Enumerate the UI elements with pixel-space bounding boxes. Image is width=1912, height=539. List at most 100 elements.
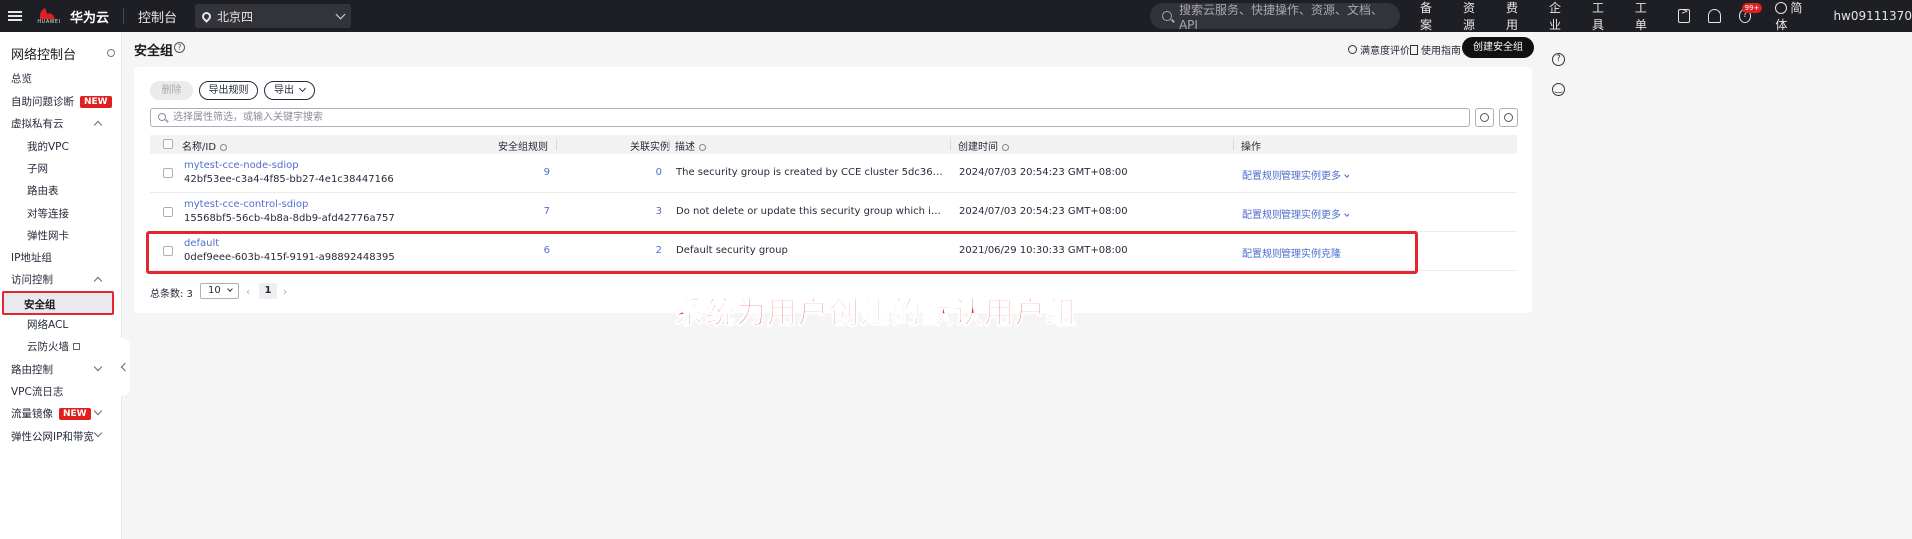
- column-description[interactable]: 描述: [675, 138, 706, 153]
- sidebar-item-security-group[interactable]: 安全组: [2, 291, 114, 315]
- sidebar-item-peering[interactable]: 对等连接: [27, 206, 69, 221]
- language-switch[interactable]: 简体: [1775, 0, 1809, 33]
- sidebar-item-route-table[interactable]: 路由表: [27, 183, 59, 198]
- column-name[interactable]: 名称/ID: [182, 138, 228, 153]
- row-checkbox[interactable]: [163, 168, 173, 178]
- configure-rules-link[interactable]: 配置规则: [1242, 167, 1282, 182]
- nav-enterprise[interactable]: 企业: [1549, 0, 1570, 33]
- column-label: 创建时间: [958, 142, 998, 153]
- more-dropdown[interactable]: 更多: [1321, 167, 1349, 182]
- notification-badge: 99+: [1741, 3, 1763, 13]
- table-row: mytest-cce-node-sdiop 42bf53ee-c3a4-4f85…: [150, 154, 1517, 193]
- sidebar-group-traffic-mirror[interactable]: 流量镜像 NEW: [11, 406, 91, 421]
- chevron-down-icon[interactable]: [93, 428, 103, 438]
- select-all-checkbox[interactable]: [163, 139, 173, 149]
- manage-instances-link[interactable]: 管理实例: [1281, 167, 1321, 182]
- smile-icon: [1348, 45, 1357, 54]
- next-page-icon[interactable]: ›: [283, 285, 287, 298]
- page-size-select[interactable]: 10: [200, 283, 239, 299]
- column-divider: [556, 139, 557, 150]
- column-divider: [668, 139, 669, 150]
- global-search-input[interactable]: 搜索云服务、快捷操作、资源、文档、API: [1150, 2, 1400, 32]
- help-icon[interactable]: ?: [1552, 53, 1565, 66]
- sidebar-group-eip-bandwidth[interactable]: 弹性公网IP和带宽: [11, 429, 94, 444]
- sidebar-item-network-acl[interactable]: 网络ACL: [27, 317, 68, 332]
- instances-count-link[interactable]: 3: [642, 206, 662, 217]
- description-text: The security group is created by CCE clu…: [676, 167, 944, 178]
- right-rail: [1545, 32, 1568, 539]
- top-nav: 备案 资源 费用 企业 工具 工单 ?99+ 简体 hw09111370: [1420, 0, 1912, 32]
- settings-button[interactable]: [1499, 108, 1518, 127]
- current-page[interactable]: 1: [259, 283, 277, 299]
- configure-rules-link[interactable]: 配置规则: [1242, 206, 1282, 221]
- chevron-up-icon[interactable]: [93, 120, 103, 130]
- bell-icon[interactable]: [1708, 9, 1721, 23]
- sidebar-group-access-control[interactable]: 访问控制: [11, 272, 53, 287]
- rules-count-link[interactable]: 7: [530, 206, 550, 217]
- global-search-placeholder: 搜索云服务、快捷操作、资源、文档、API: [1178, 2, 1383, 32]
- terminal-icon[interactable]: [1677, 7, 1691, 23]
- annotation-highlight-box: [146, 231, 1418, 274]
- sidebar-group-vpc[interactable]: 虚拟私有云: [11, 116, 64, 131]
- rules-count-link[interactable]: 9: [530, 167, 550, 178]
- refresh-button[interactable]: [1475, 108, 1494, 127]
- nav-billing[interactable]: 费用: [1506, 0, 1527, 33]
- column-actions: 操作: [1241, 142, 1261, 153]
- region-label: 北京四: [217, 9, 254, 24]
- row-checkbox[interactable]: [163, 207, 173, 217]
- prev-page-icon[interactable]: ‹: [246, 285, 250, 298]
- column-created[interactable]: 创建时间: [958, 138, 1009, 153]
- export-button[interactable]: 导出: [264, 81, 315, 100]
- security-group-name-link[interactable]: mytest-cce-node-sdiop: [184, 160, 299, 171]
- sidebar-item-vpc-flowlog[interactable]: VPC流日志: [11, 384, 63, 399]
- sidebar-item-label: 流量镜像: [11, 408, 53, 420]
- chevron-down-icon: [335, 9, 346, 19]
- chevron-down-icon[interactable]: [93, 406, 103, 416]
- satisfaction-link[interactable]: 满意度评价: [1348, 42, 1410, 57]
- huawei-flower-icon: [40, 7, 58, 19]
- sidebar-item-ip-group[interactable]: IP地址组: [11, 250, 52, 265]
- chevron-up-icon[interactable]: [93, 276, 103, 286]
- console-link[interactable]: 控制台: [138, 7, 177, 26]
- menu-icon[interactable]: [2, 0, 28, 32]
- nav-filing[interactable]: 备案: [1420, 0, 1441, 33]
- brand-name: 华为云: [70, 10, 110, 26]
- sidebar-item-cloud-firewall[interactable]: 云防火墙: [27, 339, 80, 354]
- sidebar-collapse-handle[interactable]: [120, 338, 130, 396]
- annotation-text: 系统为用户创建的默认用户组: [674, 296, 1077, 332]
- chevron-down-icon[interactable]: [93, 362, 103, 372]
- sidebar-item-elastic-nic[interactable]: 弹性网卡: [27, 228, 69, 243]
- nav-tools[interactable]: 工具: [1592, 0, 1613, 33]
- pagination: 总条数: 3 10 ‹ 1 ›: [150, 283, 287, 301]
- nav-resources[interactable]: 资源: [1463, 0, 1484, 33]
- create-security-group-button[interactable]: 创建安全组: [1462, 37, 1534, 58]
- help-icon[interactable]: ? 99+: [1738, 3, 1763, 23]
- nav-tickets[interactable]: 工单: [1635, 0, 1656, 33]
- refresh-icon: [1480, 113, 1489, 122]
- more-dropdown[interactable]: 更多: [1321, 206, 1349, 221]
- sidebar-item-my-vpc[interactable]: 我的VPC: [27, 139, 69, 154]
- delete-button[interactable]: 删除: [150, 81, 193, 100]
- sidebar-item-label: 安全组: [24, 299, 56, 311]
- column-divider: [950, 139, 951, 150]
- security-group-name-link[interactable]: mytest-cce-control-sdiop: [184, 199, 308, 210]
- instances-count-link[interactable]: 0: [642, 167, 662, 178]
- new-badge: NEW: [59, 408, 91, 420]
- smile-icon[interactable]: ‿: [1552, 83, 1565, 96]
- chevron-down-icon: [298, 84, 307, 93]
- sidebar-search-icon[interactable]: [107, 49, 115, 57]
- user-account[interactable]: hw09111370: [1833, 9, 1912, 23]
- security-group-list-card: 删除 导出规则 导出 选择属性筛选，或输入关键字搜索 名称/ID 安全组规则 关…: [134, 67, 1532, 313]
- manage-instances-link[interactable]: 管理实例: [1281, 206, 1321, 221]
- sidebar-group-route-control[interactable]: 路由控制: [11, 362, 53, 377]
- export-rules-button[interactable]: 导出规则: [199, 81, 258, 100]
- region-selector[interactable]: 北京四: [195, 4, 352, 28]
- sidebar-item-self-diagnosis[interactable]: 自助问题诊断 NEW: [11, 94, 112, 109]
- help-circle-icon[interactable]: ?: [174, 42, 185, 53]
- sidebar-item-subnet[interactable]: 子网: [27, 161, 48, 176]
- sidebar-item-overview[interactable]: 总览: [11, 71, 32, 86]
- column-label: 描述: [675, 142, 695, 153]
- filter-search-input[interactable]: 选择属性筛选，或输入关键字搜索: [150, 108, 1470, 127]
- huawei-logo[interactable]: HUAWEI 华为云: [37, 0, 110, 32]
- guide-link[interactable]: 使用指南: [1410, 42, 1461, 57]
